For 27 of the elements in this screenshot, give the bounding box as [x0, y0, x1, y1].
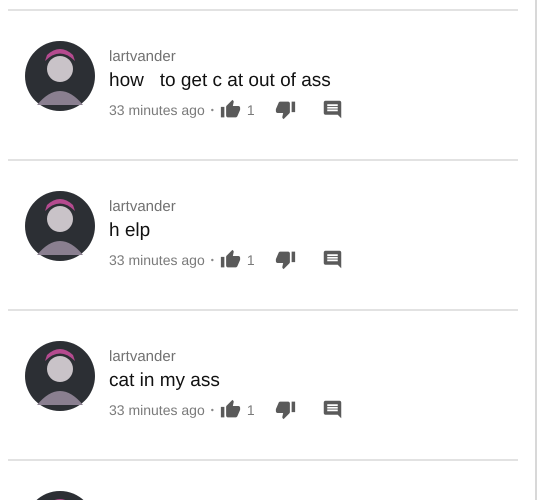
reply-icon[interactable] — [322, 99, 343, 120]
thumbs-up-icon[interactable] — [220, 399, 241, 420]
comment-time: 33 minutes ago — [109, 402, 205, 418]
avatar — [25, 41, 95, 111]
comment-time: 33 minutes ago — [109, 252, 205, 268]
avatar — [25, 341, 95, 411]
comment-time: 33 minutes ago — [109, 102, 205, 118]
separator-dot: • — [210, 404, 214, 414]
comment-text: how to get c at out of ass — [109, 69, 332, 93]
separator-dot: • — [210, 254, 214, 264]
comment-author[interactable]: lartvander — [109, 47, 343, 67]
thumbs-down-icon[interactable] — [274, 249, 296, 270]
thumbs-down-icon[interactable] — [274, 399, 296, 420]
separator-dot: • — [210, 104, 214, 114]
reply-icon[interactable] — [322, 399, 343, 420]
thumbs-up-icon[interactable] — [220, 99, 241, 120]
like-count: 1 — [246, 252, 255, 268]
comment-text: h elp — [109, 219, 152, 243]
like-count: 1 — [246, 402, 255, 418]
avatar — [25, 191, 95, 261]
comment-text: cat in my ass — [109, 369, 221, 393]
thumbs-down-icon[interactable] — [274, 99, 296, 120]
reply-icon[interactable] — [322, 249, 343, 270]
comment-author[interactable]: lartvander — [109, 197, 343, 217]
thumbs-up-icon[interactable] — [220, 249, 241, 270]
comment-author[interactable]: lartvander — [109, 347, 343, 367]
like-count: 1 — [246, 102, 255, 118]
